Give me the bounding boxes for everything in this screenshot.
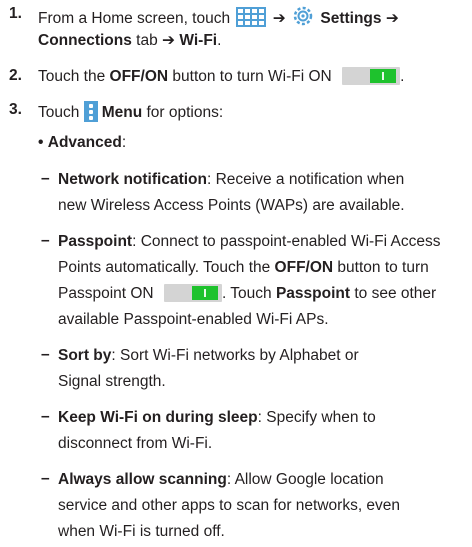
option-name: Network notification [58,171,207,188]
connections-label: Connections [38,32,132,49]
option-1-dash: – [41,170,50,187]
option-5-dash: – [41,470,50,487]
option-desc: to see other [350,285,437,302]
settings-gear-icon [293,6,313,26]
option-3-dash: – [41,346,50,363]
step-1-period: . [217,32,222,49]
passpoint-label: Passpoint [275,285,351,302]
instruction-document: 1. From a Home screen, touch ➔ Settings … [0,0,472,547]
arrow-2: ➔ [385,10,399,27]
settings-label: Settings [320,10,382,27]
option-always-scan-line-3: when Wi-Fi is turned off. [58,523,225,540]
step-1-text: From a Home screen, touch [38,10,231,27]
option-desc: Passpoint ON [58,285,154,302]
tab-text: tab [131,32,163,49]
option-always-scan-line-2: service and other apps to scan for netwo… [58,497,401,514]
step-2-number: 2. [9,67,22,84]
option-desc: : Allow Google location [226,471,384,488]
option-2-dash: – [41,232,50,249]
arrow-1: ➔ [272,10,286,27]
option-network-notification-line-2: new Wireless Access Points (WAPs) are av… [58,197,405,214]
option-always-scan-line-1: Always allow scanning: Allow Google loca… [58,470,384,490]
on-toggle-icon [342,67,401,85]
wifi-label: Wi-Fi [179,32,218,49]
option-sort-by-line-1: Sort by: Sort Wi-Fi networks by Alphabet… [58,346,359,366]
option-desc: : Sort Wi-Fi networks by Alphabet or [111,347,359,364]
option-sort-by-line-2: Signal strength. [58,373,166,390]
on-toggle-icon [163,284,222,302]
step-1-line-1: From a Home screen, touch ➔ Settings ➔ [38,5,399,29]
advanced-label: Advanced [47,134,122,151]
option-passpoint-line-4: available Passpoint-enabled Wi-Fi APs. [58,311,329,328]
step-2-line: Touch the OFF/ON button to turn Wi-Fi ON… [38,67,404,87]
step-1-line-2: Connections tab ➔ Wi-Fi. [38,31,221,51]
option-desc: . Touch [221,285,276,302]
step-3-post: for options: [142,104,224,121]
option-network-notification-line-1: Network notification: Receive a notifica… [58,170,404,190]
off-on-button-label: OFF/ON [109,68,169,85]
option-keep-wifi-line-2: disconnect from Wi-Fi. [58,435,213,452]
advanced-colon: : [121,134,127,151]
option-name: Keep Wi-Fi on during sleep [58,409,258,426]
menu-label: Menu [101,104,143,121]
step-3-line: Touch Menu for options: [38,101,223,123]
option-name: Sort by [58,347,112,364]
option-4-dash: – [41,408,50,425]
step-2-post: button to turn Wi-Fi ON [168,68,332,85]
step-3-pre: Touch [38,104,80,121]
option-name: Passpoint [58,233,133,250]
step-1-number: 1. [9,5,22,22]
option-keep-wifi-line-1: Keep Wi-Fi on during sleep: Specify when… [58,408,376,428]
apps-grid-icon [236,7,267,27]
option-desc: button to turn [333,259,429,276]
option-passpoint-line-1: Passpoint: Connect to passpoint-enabled … [58,232,441,252]
option-passpoint-line-3: Passpoint ON . Touch Passpoint to see ot… [58,284,436,304]
option-name: Always allow scanning [58,471,227,488]
off-on-button-label: OFF/ON [274,259,334,276]
advanced-heading: • Advanced: [38,133,126,153]
option-passpoint-line-2: Points automatically. Touch the OFF/ON b… [58,258,429,278]
step-2-pre: Touch the [38,68,110,85]
step-3-number: 3. [9,101,22,118]
menu-icon [83,101,98,122]
advanced-bullet: • [38,134,44,151]
arrow-3: ➔ [162,32,176,49]
option-desc: : Specify when to [257,409,376,426]
option-desc: Points automatically. Touch the [58,259,275,276]
step-2-period: . [400,68,405,85]
option-desc: : Receive a notification when [206,171,405,188]
option-desc: : Connect to passpoint-enabled Wi-Fi Acc… [132,233,441,250]
